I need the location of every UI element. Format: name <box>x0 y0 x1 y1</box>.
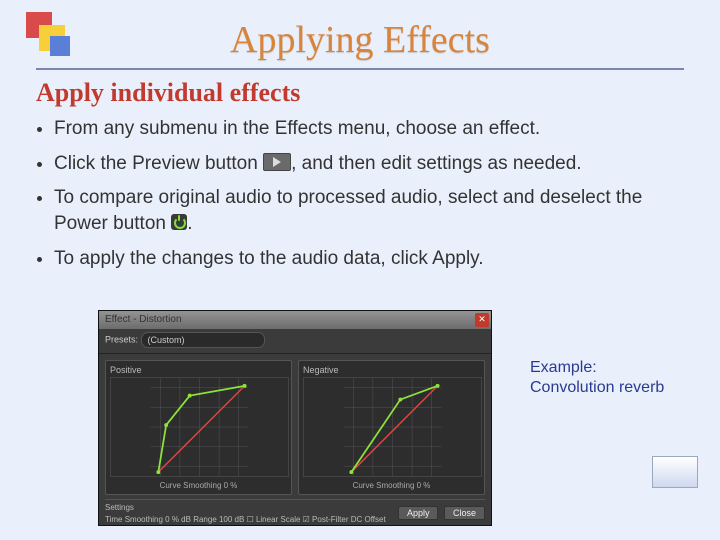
dialog-buttons: Apply Close <box>395 506 485 520</box>
dialog-titlebar: Effect - Distortion ✕ <box>99 311 491 329</box>
subhead: Apply individual effects <box>36 78 684 108</box>
negative-curve-svg[interactable] <box>303 377 482 477</box>
bullet-2-pre: Click the Preview button <box>54 153 263 174</box>
bullet-4: To apply the changes to the audio data, … <box>54 246 684 272</box>
example-label: Example: Convolution reverb <box>530 358 664 398</box>
positive-curve-svg[interactable] <box>110 377 289 477</box>
positive-curve-panel: Positive Curve Smoothing 0 % <box>105 360 292 495</box>
title-rule <box>36 68 684 70</box>
negative-label: Negative <box>303 365 480 375</box>
bullet-list: From any submenu in the Effects menu, ch… <box>54 116 684 271</box>
bullet-3-pre: To compare original audio to processed a… <box>54 187 642 234</box>
bullet-3-post: . <box>187 213 192 234</box>
presets-row: Presets: (Custom) <box>99 329 491 354</box>
presets-label: Presets: <box>105 334 138 344</box>
close-button[interactable]: Close <box>444 506 485 520</box>
dialog-title: Effect - Distortion <box>105 314 182 325</box>
preview-button-icon <box>263 153 291 171</box>
corner-logo <box>26 12 78 64</box>
bullet-1: From any submenu in the Effects menu, ch… <box>54 116 684 142</box>
positive-label: Positive <box>110 365 287 375</box>
bullet-2-post: , and then edit settings as needed. <box>291 153 582 174</box>
bullet-3: To compare original audio to processed a… <box>54 185 684 236</box>
close-icon[interactable]: ✕ <box>475 313 489 327</box>
slide-title: Applying Effects <box>36 18 684 62</box>
bullet-2: Click the Preview button , and then edit… <box>54 151 684 177</box>
presentation-icon <box>652 456 698 488</box>
negative-curve-panel: Negative Curve Smoothing 0 % <box>298 360 485 495</box>
negative-curve-footer: Curve Smoothing 0 % <box>303 481 480 490</box>
effect-dialog: Effect - Distortion ✕ Presets: (Custom) … <box>98 310 492 526</box>
positive-curve-footer: Curve Smoothing 0 % <box>110 481 287 490</box>
power-button-icon <box>171 214 187 230</box>
presets-select[interactable]: (Custom) <box>141 332 265 348</box>
apply-button[interactable]: Apply <box>398 506 439 520</box>
